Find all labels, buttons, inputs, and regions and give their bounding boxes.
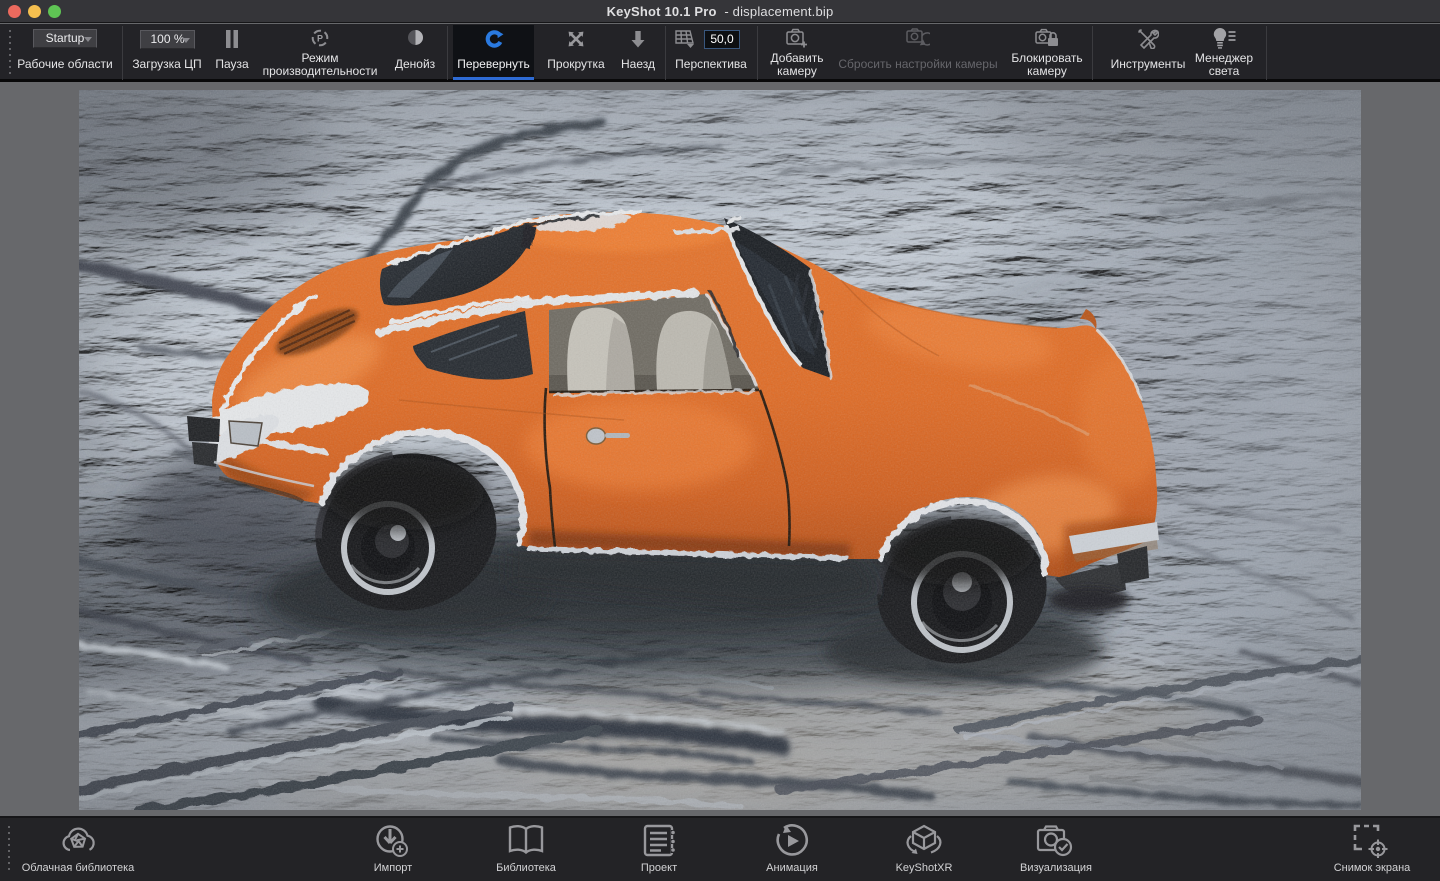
svg-text:P: P	[317, 33, 323, 43]
